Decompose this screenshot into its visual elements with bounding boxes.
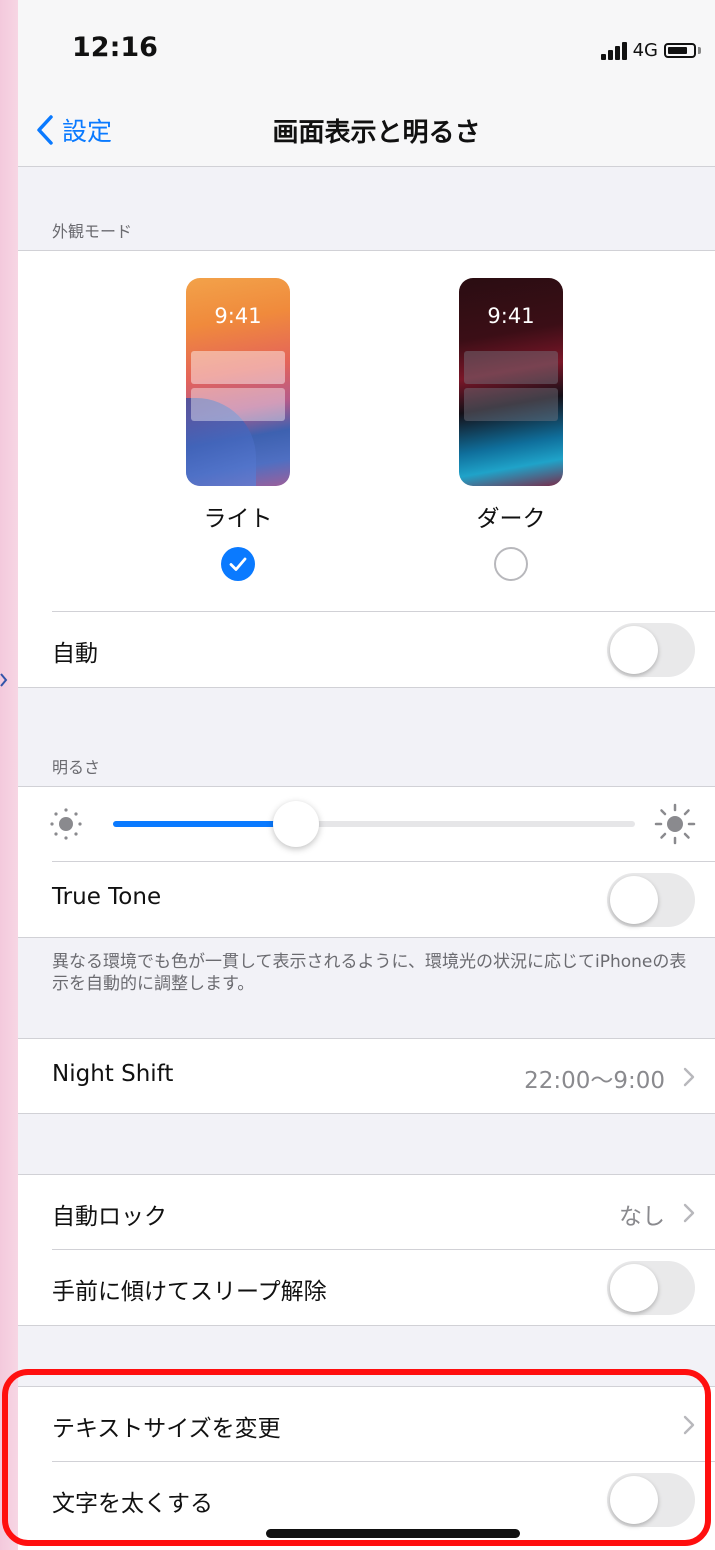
status-bar: 12:16 4G bbox=[18, 0, 715, 100]
signal-icon bbox=[600, 41, 627, 60]
status-indicators: 4G bbox=[600, 40, 701, 61]
network-label: 4G bbox=[632, 40, 658, 61]
auto-lock-value: なし bbox=[619, 1204, 665, 1230]
text-size-row[interactable]: テキストサイズを変更 bbox=[18, 1387, 715, 1461]
toggle-knob bbox=[610, 1476, 658, 1524]
sun-large-icon bbox=[654, 803, 696, 845]
auto-appearance-toggle[interactable] bbox=[607, 623, 695, 677]
toggle-knob bbox=[610, 876, 658, 924]
checkmark-icon bbox=[229, 557, 247, 571]
divider bbox=[18, 1325, 715, 1326]
text-group: テキストサイズを変更 文字を太くする bbox=[18, 1387, 715, 1550]
light-preview-time: 9:41 bbox=[214, 304, 262, 328]
brightness-slider-thumb[interactable] bbox=[272, 801, 319, 847]
text-size-label: テキストサイズを変更 bbox=[52, 1416, 281, 1442]
raise-to-wake-row: 手前に傾けてスリープ解除 bbox=[18, 1250, 715, 1324]
battery-icon bbox=[664, 43, 696, 58]
preview-card bbox=[464, 351, 558, 384]
brightness-group: True Tone bbox=[18, 787, 715, 937]
home-indicator[interactable] bbox=[266, 1529, 520, 1538]
chevron-right-icon bbox=[683, 1415, 695, 1435]
lock-group: 自動ロック なし 手前に傾けてスリープ解除 bbox=[18, 1175, 715, 1325]
night-shift-value: 22:00〜9:00 bbox=[524, 1068, 665, 1094]
status-time: 12:16 bbox=[72, 32, 158, 63]
dark-mode-radio[interactable] bbox=[494, 547, 528, 581]
battery-tip bbox=[698, 47, 701, 54]
navigation-bar: 設定 画面表示と明るさ bbox=[18, 100, 715, 167]
auto-lock-label: 自動ロック bbox=[52, 1204, 167, 1230]
sun-small-icon bbox=[50, 808, 82, 840]
edge-arrow-icon bbox=[0, 672, 8, 688]
preview-card bbox=[191, 388, 285, 421]
auto-appearance-row: 自動 bbox=[18, 612, 715, 686]
light-mode-radio[interactable] bbox=[221, 547, 255, 581]
appearance-group: 9:41 ライト 9:41 ダーク 自動 bbox=[18, 251, 715, 687]
true-tone-row: True Tone bbox=[18, 862, 715, 936]
night-shift-row[interactable]: Night Shift 22:00〜9:00 bbox=[18, 1039, 715, 1113]
bold-text-label: 文字を太くする bbox=[52, 1491, 213, 1517]
chevron-right-icon bbox=[683, 1203, 695, 1223]
brightness-header: 明るさ bbox=[52, 758, 101, 777]
dark-preview-time: 9:41 bbox=[487, 304, 535, 328]
divider bbox=[18, 937, 715, 938]
preview-card bbox=[464, 388, 558, 421]
chevron-right-icon bbox=[683, 1067, 695, 1087]
page-title: 画面表示と明るさ bbox=[272, 118, 481, 148]
bold-text-toggle[interactable] bbox=[607, 1473, 695, 1527]
toggle-knob bbox=[610, 1264, 658, 1312]
night-shift-label: Night Shift bbox=[52, 1061, 174, 1087]
true-tone-footnote: 異なる環境でも色が一貫して表示されるように、環境光の状況に応じてiPhoneの表… bbox=[52, 952, 687, 994]
true-tone-label: True Tone bbox=[52, 884, 162, 910]
divider bbox=[18, 1113, 715, 1114]
raise-to-wake-label: 手前に傾けてスリープ解除 bbox=[52, 1279, 327, 1305]
divider bbox=[18, 687, 715, 688]
auto-appearance-label: 自動 bbox=[52, 641, 98, 667]
dark-mode-preview[interactable]: 9:41 bbox=[459, 278, 563, 486]
appearance-header: 外観モード bbox=[52, 222, 133, 241]
preview-card bbox=[191, 351, 285, 384]
raise-to-wake-toggle[interactable] bbox=[607, 1261, 695, 1315]
bold-text-row: 文字を太くする bbox=[18, 1462, 715, 1536]
settings-screen: 12:16 4G 設定 画面表示と明るさ 外観モード 9:41 ライト 9:41… bbox=[18, 0, 715, 1550]
brightness-slider-fill bbox=[113, 821, 296, 827]
auto-lock-row[interactable]: 自動ロック なし bbox=[18, 1175, 715, 1249]
light-mode-preview[interactable]: 9:41 bbox=[186, 278, 290, 486]
light-mode-label: ライト bbox=[203, 506, 273, 532]
night-shift-group: Night Shift 22:00〜9:00 bbox=[18, 1039, 715, 1113]
toggle-knob bbox=[610, 626, 658, 674]
dark-mode-label: ダーク bbox=[476, 506, 546, 532]
true-tone-toggle[interactable] bbox=[607, 873, 695, 927]
